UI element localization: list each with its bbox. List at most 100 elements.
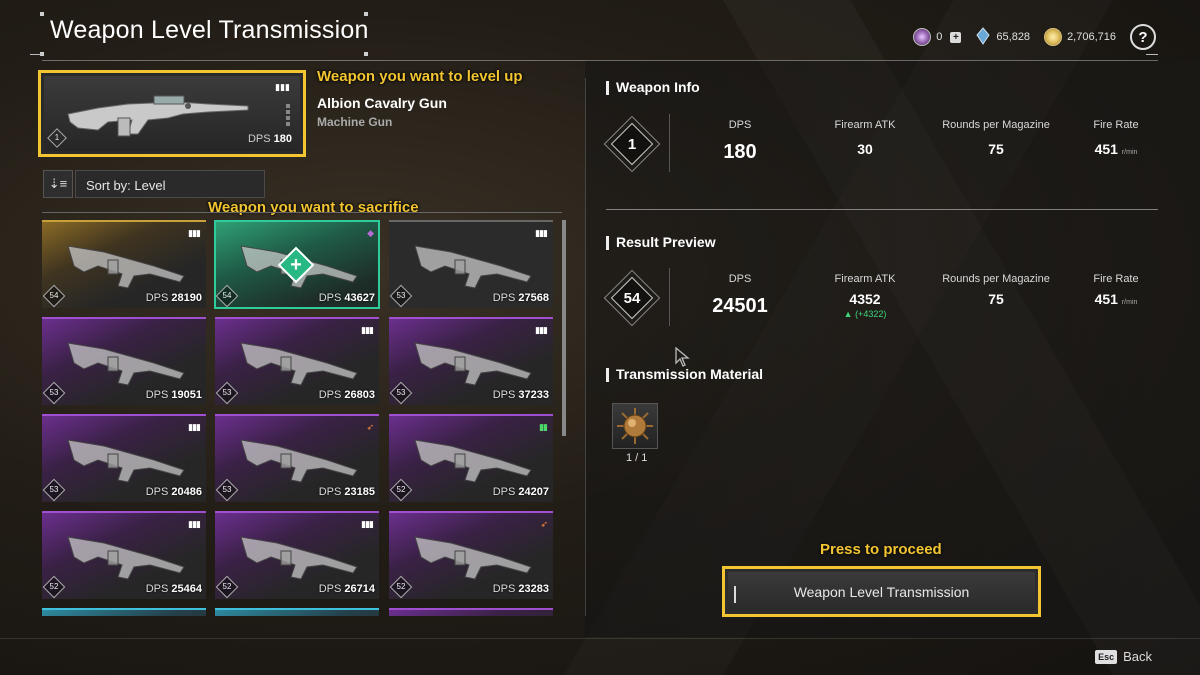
weapon-level: 53 [389, 284, 413, 308]
weapon-dps: DPS 26803 [318, 389, 375, 401]
transmission-button-label: Weapon Level Transmission [793, 583, 970, 600]
weapon-dps: DPS 23283 [492, 583, 549, 595]
ammo-icon: ▮▮▮ [361, 519, 374, 529]
firearm-atk-delta: ▲ (+4322) [843, 309, 887, 319]
weapon-info-dps: DPS 180 [723, 119, 757, 163]
weapon-dps: DPS 23185 [318, 486, 375, 498]
back-label: Back [1123, 649, 1152, 664]
result-dps: DPS 24501 [712, 273, 768, 317]
page-title: Weapon Level Transmission [50, 16, 369, 44]
header-dash-left [30, 54, 42, 55]
section-divider [606, 209, 1158, 210]
weapon-level: 52 [389, 575, 413, 599]
ammo-icon: ▮▮▮ [275, 82, 290, 92]
weapon-image [67, 342, 185, 386]
sacrifice-weapon-grid: ▮▮▮ 54 DPS 28190 ◆ +54 DPS 43627 ▮▮▮ 53 DPS 2756… [42, 220, 557, 616]
weapon-level-transmission-button[interactable]: Weapon Level Transmission [722, 566, 1041, 617]
ammo-icon: ▮▮▮ [188, 422, 201, 432]
weapon-card-selected[interactable]: ◆ +54 DPS 43627 [214, 220, 380, 309]
ammo-icon: ▮▮▮ [188, 228, 201, 238]
weapon-card[interactable]: ▮▮▮ 53 DPS 37233 [389, 317, 553, 405]
weapon-level: 54 [42, 284, 66, 308]
sort-order-button[interactable]: ⇣≡ [43, 170, 73, 198]
mouse-cursor-icon [675, 346, 691, 372]
weapon-level: 53 [215, 381, 239, 405]
weapon-type: Machine Gun [317, 115, 393, 129]
header-divider [42, 60, 1158, 61]
sort-icon: ⇣≡ [48, 176, 68, 191]
weapon-card[interactable]: ▮▮▮ 54 DPS 28190 [42, 220, 206, 308]
grid-top-divider [42, 212, 562, 213]
grid-scrollbar[interactable] [562, 220, 566, 436]
weapon-dps: DPS 26714 [318, 583, 375, 595]
weapon-card[interactable]: ▮▮ 52 DPS 24207 [389, 414, 553, 502]
weapon-card[interactable]: ▮▮▮ 53 DPS 26803 [215, 317, 379, 405]
weapon-card[interactable] [389, 608, 553, 616]
crystal-icon [913, 28, 932, 46]
weapon-dps: DPS 20486 [145, 486, 202, 498]
help-button[interactable]: ? [1130, 24, 1156, 50]
weapon-card[interactable]: 53 DPS 19051 [42, 317, 206, 405]
weapon-dps: DPS 19051 [145, 389, 202, 401]
weapon-card[interactable]: ➶ 53 DPS 23185 [215, 414, 379, 502]
weapon-card[interactable] [42, 608, 206, 616]
transmission-material-slot[interactable] [612, 403, 658, 449]
ammo-icon: ▮▮▮ [361, 325, 374, 335]
weapon-card[interactable]: ▮▮▮ 53 DPS 27568 [389, 220, 553, 308]
weapon-image [240, 536, 358, 580]
currency-bar: 0 + 65,828 2,706,716 ? [913, 24, 1156, 50]
transmission-button-face: Weapon Level Transmission [728, 572, 1035, 611]
currency-crystal-value: 0 [936, 31, 943, 43]
selected-weapon-slot: ▮▮▮ 1 DPS 180 [44, 76, 300, 151]
weapon-dps: DPS 37233 [492, 389, 549, 401]
rocket-icon: ➶ [540, 519, 547, 529]
weapon-image [240, 342, 358, 386]
button-tick [734, 586, 736, 603]
weapon-image [414, 245, 532, 289]
esc-key-icon: Esc [1095, 649, 1118, 664]
question-icon: ? [1138, 28, 1148, 46]
weapon-dps: DPS 27568 [492, 292, 549, 304]
weapon-card[interactable]: ▮▮▮ 53 DPS 20486 [42, 414, 206, 502]
weapon-info-title: Weapon Info [606, 79, 700, 95]
result-rounds: Rounds per Magazine 75 [942, 273, 1050, 307]
weapon-image [67, 245, 185, 289]
currency-kuiper-value: 65,828 [996, 31, 1031, 43]
weapon-dps: DPS 28190 [145, 292, 202, 304]
proceed-callout: Press to proceed [820, 541, 942, 558]
weapon-dps: DPS 24207 [492, 486, 549, 498]
footer-divider [0, 638, 1200, 639]
weapon-level: 52 [215, 575, 239, 599]
weapon-card[interactable]: ▮▮▮ 52 DPS 26714 [215, 511, 379, 599]
ammo-icon: ▮▮▮ [188, 519, 201, 529]
sacrifice-callout: Weapon you want to sacrifice [208, 199, 419, 216]
sort-dropdown[interactable]: Sort by: Level [75, 170, 265, 198]
weapon-card[interactable]: ▮▮▮ 52 DPS 25464 [42, 511, 206, 599]
weapon-card[interactable] [215, 608, 379, 616]
currency-kuiper: 65,828 [975, 26, 1031, 48]
selected-weapon-card[interactable]: ▮▮▮ 1 DPS 180 [38, 70, 306, 157]
level-up-callout: Weapon you want to level up [317, 68, 523, 85]
weapon-image [414, 342, 532, 386]
weapon-info-divider [669, 114, 670, 172]
weapon-info-firearm-atk: Firearm ATK 30 [834, 119, 896, 157]
weapon-image [414, 536, 532, 580]
add-crystal-button[interactable]: + [950, 31, 962, 43]
currency-crystal: 0 + [913, 28, 962, 46]
currency-gold-value: 2,706,716 [1067, 31, 1116, 43]
weapon-level: 54 [215, 284, 239, 308]
panel-divider [585, 78, 586, 616]
weapon-level: 53 [215, 478, 239, 502]
grade-bar [286, 104, 290, 126]
kuiper-icon [975, 26, 991, 48]
gold-coin-icon [1044, 28, 1063, 46]
header-dash-right [1146, 54, 1158, 55]
ammo-icon: ▮▮▮ [535, 228, 548, 238]
weapon-level: 53 [389, 381, 413, 405]
weapon-image [414, 439, 532, 483]
weapon-level: 53 [42, 478, 66, 502]
weapon-card[interactable]: ➶ 52 DPS 23283 [389, 511, 553, 599]
back-button[interactable]: Esc Back [1095, 649, 1152, 664]
weapon-image [67, 536, 185, 580]
weapon-level: 52 [42, 575, 66, 599]
